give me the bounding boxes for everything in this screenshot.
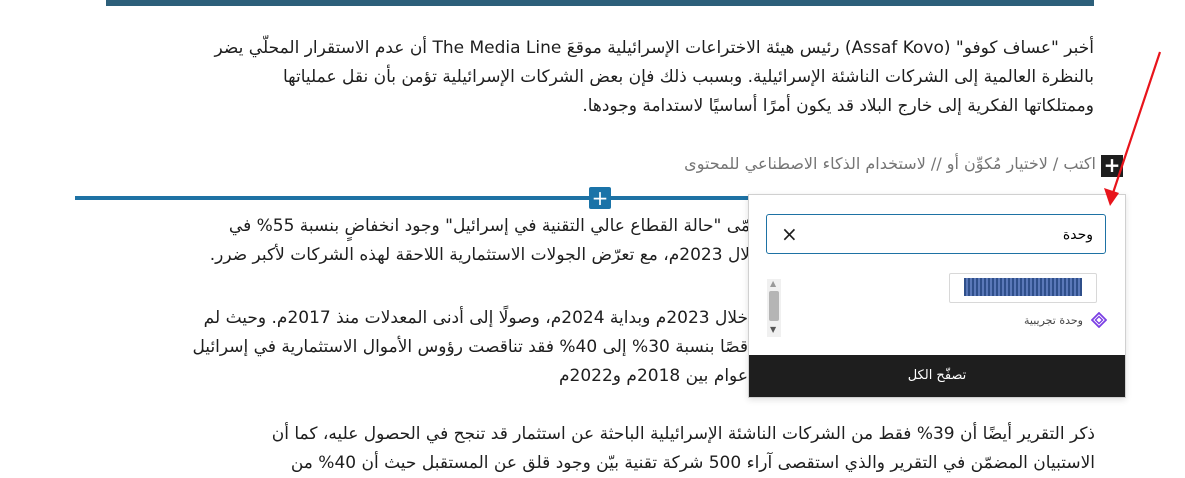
block-inserter-toggle[interactable]: + [589,187,611,209]
close-icon[interactable]: × [781,222,798,246]
scroll-up-icon[interactable]: ▲ [770,279,776,288]
paragraph-line: بالنظرة العالمية إلى الشركات الناشئة الإ… [282,67,1094,87]
paragraph-line: وممتلكاتها الفكرية إلى خارج البلاد قد يك… [582,96,1094,116]
block-result-item[interactable]: وحدة تجريبية [1024,311,1108,329]
plus-icon: + [591,186,609,210]
quick-inserter-popover: × ▲ ▼ وحدة تجريبية تصفّح الكل [748,194,1126,398]
previous-block-edge [106,0,1094,6]
paragraph-line: عوام بين 2018م و2022م [559,366,748,386]
pattern-preview-result[interactable] [949,273,1097,303]
block-search-field[interactable]: × [766,214,1106,254]
scrollbar-thumb[interactable] [769,291,779,321]
empty-block-placeholder[interactable]: اكتب / لاختيار مُكوِّن أو // لاستخدام ال… [684,154,1096,173]
paragraph-report-findings[interactable]: ذكر التقرير أيضًا أن 39% فقط من الشركات … [140,420,1095,478]
paragraph-line: قصًا بنسبة 30% إلى 40% فقد تناقصت رؤوس ا… [192,337,748,357]
paragraph-investment-decline[interactable]: خلال 2023م وبداية 2024م، وصولًا إلى أدنى… [108,304,748,391]
paragraph-line: لال 2023م، مع تعرّض الجولات الاستثمارية … [209,245,750,265]
scroll-down-icon[interactable]: ▼ [770,325,776,334]
pattern-preview-image [964,278,1082,296]
paragraph-line: أخبر "عساف كوفو" (Assaf Kovo) رئيس هيئة … [214,38,1094,58]
diamond-icon [1090,311,1108,329]
paragraph-assaf-kovo[interactable]: أخبر "عساف كوفو" (Assaf Kovo) رئيس هيئة … [104,34,1094,121]
paragraph-line: خلال 2023م وبداية 2024م، وصولًا إلى أدنى… [203,308,748,328]
block-result-label: وحدة تجريبية [1024,313,1083,327]
block-search-input[interactable] [811,223,1095,247]
paragraph-line: الاستبيان المضمّن في التقرير والذي استقص… [290,453,1095,473]
paragraph-line: ذكر التقرير أيضًا أن 39% فقط من الشركات … [271,424,1095,444]
browse-all-button[interactable]: تصفّح الكل [749,355,1125,397]
paragraph-tech-sector[interactable]: مّى "حالة القطاع عالي التقنية في إسرائيل… [130,212,750,270]
results-scrollbar[interactable]: ▲ ▼ [767,279,781,337]
plus-icon: + [1103,153,1121,177]
insertion-point-line [75,196,755,200]
paragraph-line: مّى "حالة القطاع عالي التقنية في إسرائيل… [228,216,750,236]
add-block-button[interactable]: + [1101,155,1123,177]
